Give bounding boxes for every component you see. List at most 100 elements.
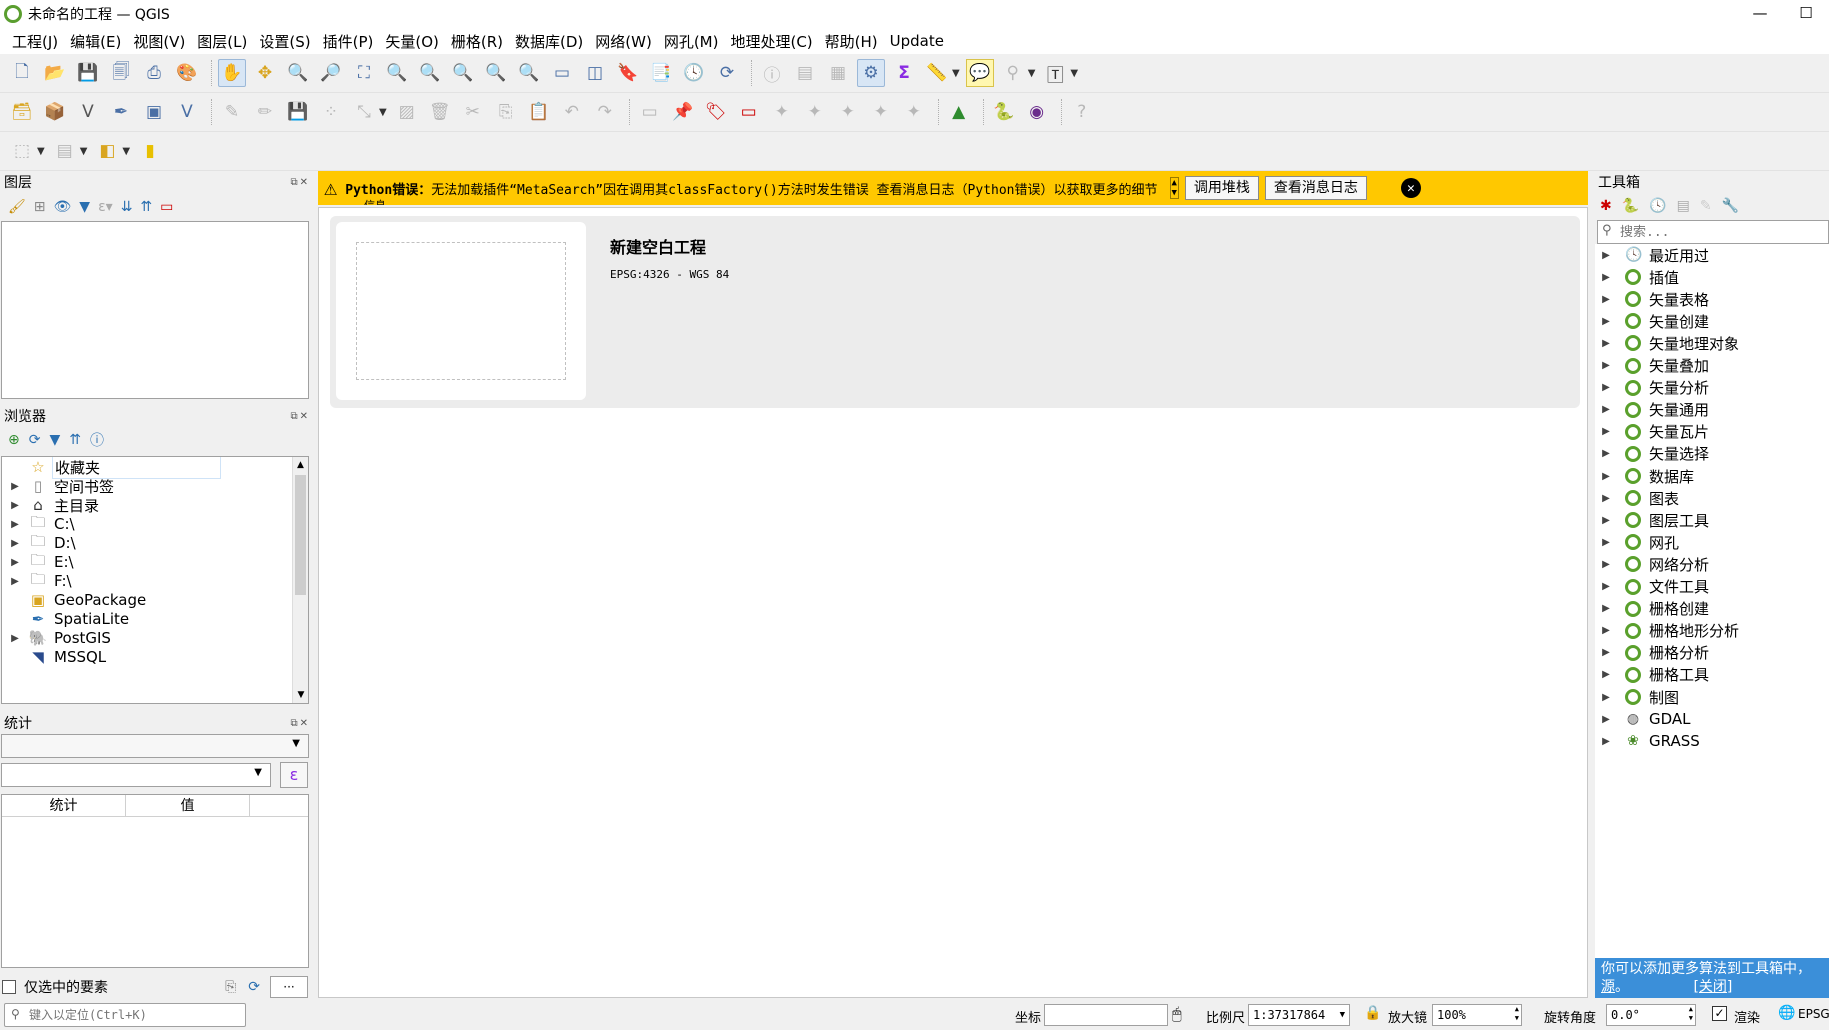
expand-arrow-icon[interactable]: ▶ [1599,515,1613,526]
options-icon[interactable]: 🔧 [1722,198,1739,214]
stats-col-stat[interactable]: 统计 [2,795,126,816]
style-manager-icon[interactable]: 🎨 [173,59,201,87]
menu-item[interactable]: 网络(W) [589,31,658,52]
pan-to-selection-icon[interactable]: ✥ [251,59,279,87]
browser-scrollbar[interactable]: ▲ ▼ [292,457,308,703]
toolbox-group[interactable]: ▶ 网孔 [1599,531,1679,553]
new-map-view-icon[interactable]: ▭ [548,59,576,87]
toolbox-search-input[interactable] [1620,222,1820,242]
expand-arrow-icon[interactable]: ▶ [1599,625,1613,636]
menu-item[interactable]: 矢量(O) [379,31,445,52]
expand-arrow-icon[interactable]: ▶ [1599,647,1613,658]
menu-item[interactable]: 工程(J) [6,31,64,52]
toolbox-group[interactable]: ▶ 矢量选择 [1599,443,1709,465]
models-icon[interactable]: ✱ [1600,198,1612,214]
text-annotation-icon[interactable]: 🅃 [1041,59,1069,87]
coord-field[interactable] [1044,1004,1168,1026]
map-tips-icon[interactable]: 💬 [965,59,994,87]
toolbox-group[interactable]: ▶ ❀ GRASS [1599,730,1700,752]
toolbox-group[interactable]: ▶ 文件工具 [1599,576,1709,598]
expand-arrow-icon[interactable]: ▶ [1599,426,1613,437]
collapse-all-icon[interactable]: ⇈ [69,432,81,448]
crs-status[interactable]: EPSG [1798,1007,1829,1021]
locator-input[interactable] [29,1006,241,1024]
expand-arrow-icon[interactable]: ▶ [1599,360,1613,371]
python-console-icon[interactable]: 🐍 [990,98,1018,126]
toolbox-group[interactable]: ▶ 栅格地形分析 [1599,620,1739,642]
undo-icon[interactable]: ↶ [558,98,586,126]
toolbox-group[interactable]: ▶ 插值 [1599,266,1679,288]
filter-expression-icon[interactable]: ε▾ [98,199,113,215]
menu-item[interactable]: 栅格(R) [445,31,509,52]
expand-arrow-icon[interactable]: ▶ [1599,537,1613,548]
menu-item[interactable]: 地理处理(C) [724,31,818,52]
zoom-full-icon[interactable]: ⛶ [350,59,378,87]
open-project-icon[interactable]: 📂 [41,59,69,87]
expand-arrow-icon[interactable]: ▶ [1599,493,1613,504]
toolbox-group[interactable]: ▶ 矢量创建 [1599,310,1709,332]
expand-arrow-icon[interactable]: ▶ [1599,448,1613,459]
expand-arrow-icon[interactable]: ▶ [1599,603,1613,614]
toolbox-group[interactable]: ▶ 栅格创建 [1599,598,1709,620]
expand-arrow-icon[interactable]: ▶ [1599,272,1613,283]
attribute-table-icon[interactable]: ▤ [791,59,819,87]
save-edits-icon[interactable]: 💾 [284,98,312,126]
save-project-icon[interactable]: 💾 [74,59,102,87]
cut-icon[interactable]: ✂ [459,98,487,126]
zoom-next-icon[interactable]: 🔍 [515,59,543,87]
panel-float-close-icon[interactable]: ⧉✕ [290,718,310,729]
stats-col-value[interactable]: 值 [126,795,250,816]
recent-project-card[interactable]: 新建空白工程 EPSG:4326 - WGS 84 [330,216,1580,408]
lock-scale-icon[interactable]: 🔒 [1364,1005,1381,1021]
add-selected-layers-icon[interactable]: ⊕ [8,432,20,448]
expand-arrow-icon[interactable]: ▶ [8,633,22,644]
toggle-editing-icon[interactable]: ✏ [251,98,279,126]
menu-item[interactable]: 网孔(M) [658,31,725,52]
toolbox-group[interactable]: ▶ 矢量叠加 [1599,355,1709,377]
new-virtual-layer-icon[interactable]: V [173,98,201,126]
toolbox-group[interactable]: ▶ 矢量分析 [1599,377,1709,399]
vertex-tool-icon[interactable]: ⤡ [350,98,378,126]
zoom-to-layer-icon[interactable]: 🔍 [416,59,444,87]
toolbox-group[interactable]: ▶ 栅格工具 [1599,664,1709,686]
expand-arrow-icon[interactable]: ▶ [1599,736,1613,747]
select-by-value-icon[interactable]: ▤ [51,137,79,165]
new-spatialite-icon[interactable]: ✒ [107,98,135,126]
collapse-all-icon[interactable]: ⇈ [140,199,152,215]
selected-only-checkbox[interactable] [2,980,16,994]
browser-tree[interactable]: ▲ ▼ ☆ 收藏夹 ▶ ▯ 空间书签 ▶ ⌂ 主目录 ▶ 🗀 C:\ ▶ 🗀 D:\ ▶ 🗀 E:\ ▶ 🗀 F:\ ▣… [1,456,309,704]
new-geopackage-icon[interactable]: 📦 [41,98,69,126]
new-project-icon[interactable]: 🗋 [8,59,36,87]
select-by-area-icon[interactable]: ⬚ [8,137,36,165]
statistical-summary-icon[interactable]: Σ [890,59,918,87]
zoom-to-selection-icon[interactable]: 🔍 [383,59,411,87]
toggle-extents-icon[interactable]: 🖱 [1172,1004,1182,1024]
expand-arrow-icon[interactable]: ▶ [8,557,22,568]
menu-item[interactable]: 编辑(E) [64,31,127,52]
locator-bar[interactable]: ⚲ [4,1003,246,1027]
measure-icon[interactable]: 📏 [923,59,951,87]
close-icon[interactable]: ✕ [1400,178,1421,198]
modify-attributes-icon[interactable]: ▨ [393,98,421,126]
copy-icon[interactable]: ⎘ [492,98,520,126]
menu-item[interactable]: 插件(P) [317,31,380,52]
copy-icon[interactable]: ⎘ [225,979,236,995]
toolbox-group[interactable]: ▶ 矢量瓦片 [1599,421,1709,443]
toolbox-group[interactable]: ▶ 制图 [1599,686,1679,708]
rotation-field[interactable]: 0.0° ▲ ▼ [1606,1004,1696,1026]
scripts-icon[interactable]: 🐍 [1622,198,1639,214]
change-label-icon[interactable]: ✦ [900,98,928,126]
pan-icon[interactable]: ✋ [218,59,246,87]
expand-arrow-icon[interactable]: ▶ [8,519,22,530]
globe-icon[interactable]: 🌐 [1778,1005,1795,1021]
refresh-icon[interactable]: ⟳ [248,979,260,995]
layer-style-icon[interactable]: 🖌 [8,199,26,215]
scale-field[interactable]: 1:37317864 ▼ [1248,1004,1350,1026]
refresh-icon[interactable]: ⟳ [713,59,741,87]
magnifier-field[interactable]: 100% ▲ ▼ [1432,1004,1522,1026]
expand-arrow-icon[interactable]: ▶ [1599,250,1613,261]
menu-item[interactable]: 视图(V) [127,31,191,52]
info-icon[interactable]: ⓘ [90,430,104,450]
toolbox-group[interactable]: ▶ 🕓 最近用过 [1599,244,1709,266]
menu-item[interactable]: Update [884,32,950,50]
